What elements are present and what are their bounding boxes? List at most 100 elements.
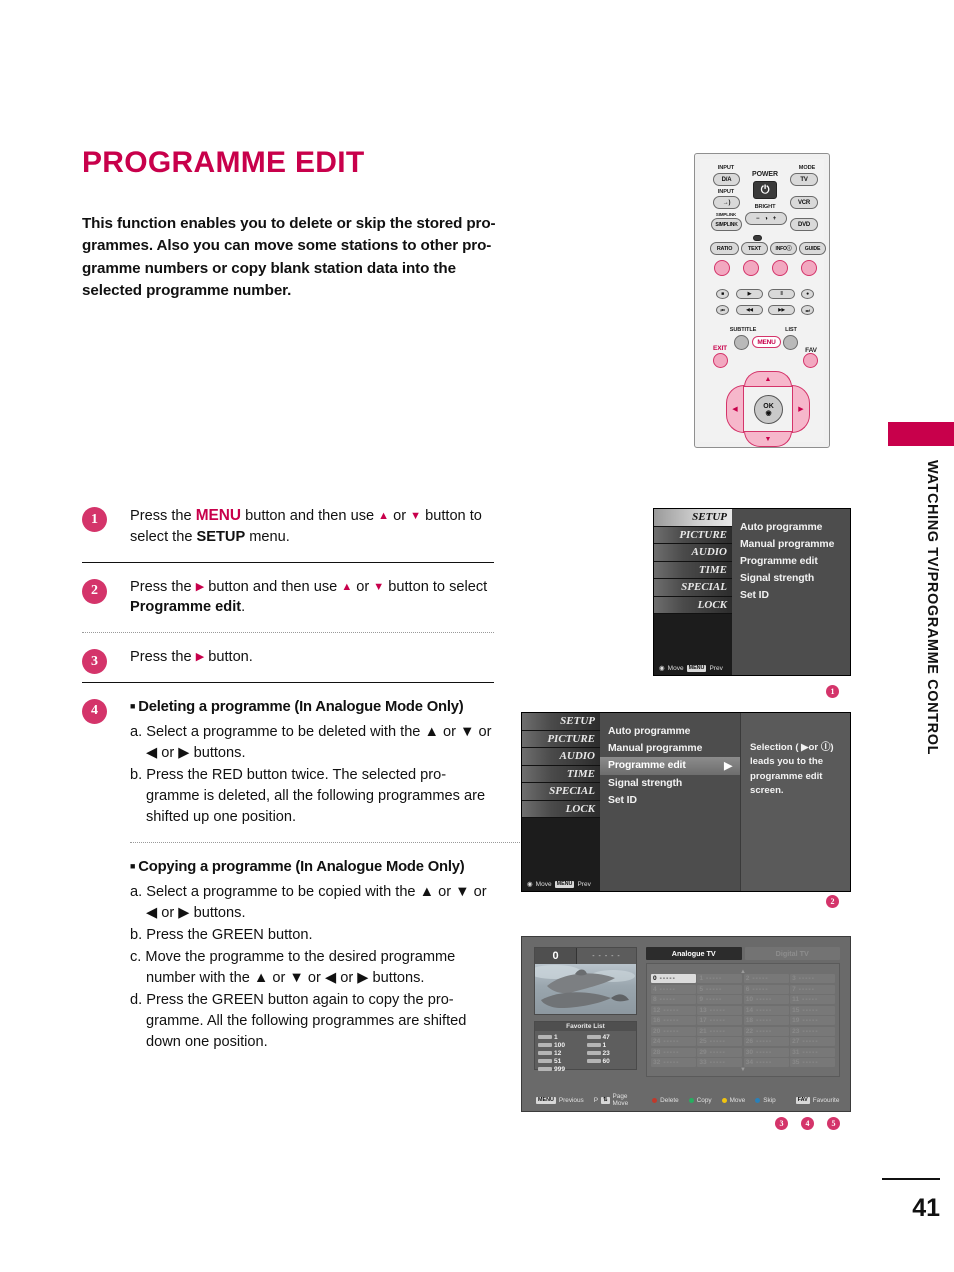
channel-cell[interactable]: 0- - - - -	[651, 974, 696, 983]
channel-cell[interactable]: 20- - - - -	[651, 1026, 696, 1036]
record-button[interactable]: ●	[801, 289, 814, 299]
channel-cell[interactable]: 2- - - - -	[743, 974, 789, 983]
power-button[interactable]: ⏻	[753, 181, 777, 199]
channel-cell[interactable]: 23- - - - -	[790, 1026, 835, 1036]
footer-favourite[interactable]: FAV Favourite	[795, 1096, 839, 1104]
exit-button[interactable]	[713, 353, 728, 368]
menu-2-item-audio[interactable]: AUDIO	[522, 748, 600, 766]
favorite-entry[interactable]: 12	[538, 1049, 585, 1057]
rewind-button[interactable]: ◀◀	[736, 305, 763, 315]
green-colour-button[interactable]	[743, 260, 759, 276]
tab-digital-tv[interactable]: Digital TV	[744, 947, 840, 960]
menu-1-item-special[interactable]: SPECIAL	[654, 579, 732, 597]
channel-cell[interactable]: 26- - - - -	[743, 1037, 789, 1046]
channel-cell[interactable]: 11- - - - -	[790, 995, 835, 1004]
channel-cell[interactable]: 25- - - - -	[697, 1037, 743, 1046]
pause-button[interactable]: ‖	[768, 289, 795, 299]
simplink-button[interactable]: SIMPLINK	[711, 218, 742, 231]
guide-button[interactable]: GUIDE	[799, 242, 826, 255]
footer-delete[interactable]: Delete	[652, 1097, 679, 1104]
channel-cell[interactable]: 7- - - - -	[790, 984, 835, 994]
fav-button[interactable]	[803, 353, 818, 368]
yellow-colour-button[interactable]	[772, 260, 788, 276]
footer-copy[interactable]: Copy	[688, 1097, 712, 1104]
channel-cell[interactable]: 8- - - - -	[651, 995, 696, 1004]
favorite-entry[interactable]: 1	[586, 1041, 634, 1049]
channel-cell[interactable]: 3- - - - -	[790, 974, 835, 983]
menu-2-item-lock[interactable]: LOCK	[522, 800, 600, 818]
footer-page-move[interactable]: P ⇅ Page Move	[594, 1093, 628, 1107]
channel-cell[interactable]: 28- - - - -	[651, 1047, 696, 1057]
channel-cell[interactable]: 12- - - - -	[651, 1005, 696, 1015]
favorite-entry[interactable]: 999	[538, 1065, 585, 1073]
channel-cell[interactable]: 35- - - - -	[790, 1058, 835, 1067]
menu-1-item-lock[interactable]: LOCK	[654, 596, 732, 614]
red-colour-button[interactable]	[714, 260, 730, 276]
channel-cell[interactable]: 6- - - - -	[743, 984, 789, 994]
channel-cell[interactable]: 32- - - - -	[651, 1058, 696, 1067]
prev-button[interactable]: ⏮	[716, 305, 729, 315]
text-button[interactable]: TEXT	[741, 242, 768, 255]
menu-2-item-special[interactable]: SPECIAL	[522, 783, 600, 801]
channel-cell[interactable]: 5- - - - -	[697, 984, 743, 994]
tab-analogue-tv[interactable]: Analogue TV	[646, 947, 742, 960]
nav-right-button[interactable]: ▶	[792, 385, 810, 433]
channel-cell[interactable]: 18- - - - -	[743, 1016, 789, 1025]
menu-1-programme-edit[interactable]: Programme edit	[732, 553, 850, 570]
info-button[interactable]: INFOⒾ	[770, 242, 797, 255]
footer-skip[interactable]: Skip	[755, 1097, 776, 1104]
menu-2-set-id[interactable]: Set ID	[600, 792, 740, 809]
channel-cell[interactable]: 17- - - - -	[697, 1016, 743, 1025]
scroll-down-icon[interactable]: ▼	[651, 1067, 835, 1073]
menu-1-item-picture[interactable]: PICTURE	[654, 526, 732, 544]
channel-cell[interactable]: 21- - - - -	[697, 1026, 743, 1036]
ratio-button[interactable]: RATIO	[710, 242, 739, 255]
menu-2-signal-strength[interactable]: Signal strength	[600, 775, 740, 792]
input-button[interactable]: →)	[713, 196, 740, 209]
bright-plus-icon[interactable]: +	[773, 216, 777, 222]
stop-button[interactable]: ■	[716, 289, 729, 299]
channel-cell[interactable]: 24- - - - -	[651, 1037, 696, 1046]
channel-cell[interactable]: 13- - - - -	[697, 1005, 743, 1015]
channel-cell[interactable]: 19- - - - -	[790, 1016, 835, 1025]
footer-previous[interactable]: MENU Previous	[536, 1096, 584, 1104]
favorite-entry[interactable]: 60	[586, 1057, 634, 1065]
menu-button[interactable]: MENU	[752, 336, 781, 348]
channel-cell[interactable]: 14- - - - -	[743, 1005, 789, 1015]
channel-cell[interactable]: 9- - - - -	[697, 995, 743, 1004]
menu-1-manual-programme[interactable]: Manual programme	[732, 536, 850, 553]
vcr-button[interactable]: VCR	[790, 196, 818, 209]
bright-control[interactable]: − ◑ +	[745, 212, 787, 225]
nav-left-button[interactable]: ◀	[726, 385, 744, 433]
menu-2-item-picture[interactable]: PICTURE	[522, 730, 600, 748]
channel-cell[interactable]: 27- - - - -	[790, 1037, 835, 1046]
nav-up-button[interactable]: ▲	[744, 371, 792, 387]
menu-1-set-id[interactable]: Set ID	[732, 587, 850, 604]
menu-1-item-time[interactable]: TIME	[654, 561, 732, 579]
favorite-entry[interactable]: 100	[538, 1041, 585, 1049]
channel-cell[interactable]: 10- - - - -	[743, 995, 789, 1004]
channel-cell[interactable]: 30- - - - -	[743, 1047, 789, 1057]
blue-colour-button[interactable]	[801, 260, 817, 276]
menu-1-item-setup[interactable]: SETUP	[654, 509, 732, 527]
menu-2-manual-programme[interactable]: Manual programme	[600, 740, 740, 757]
channel-cell[interactable]: 1- - - - -	[697, 974, 743, 983]
next-button[interactable]: ⏭	[801, 305, 814, 315]
tv-button[interactable]: TV	[790, 173, 818, 186]
da-button[interactable]: D/A	[713, 173, 740, 186]
channel-cell[interactable]: 15- - - - -	[790, 1005, 835, 1015]
footer-move[interactable]: Move	[721, 1097, 745, 1104]
bright-minus-icon[interactable]: −	[756, 216, 760, 222]
menu-2-programme-edit[interactable]: Programme edit ▶	[600, 757, 740, 775]
play-button[interactable]: ▶	[736, 289, 763, 299]
subtitle-button[interactable]	[734, 335, 749, 350]
menu-1-auto-programme[interactable]: Auto programme	[732, 519, 850, 536]
menu-1-signal-strength[interactable]: Signal strength	[732, 570, 850, 587]
channel-cell[interactable]: 29- - - - -	[697, 1047, 743, 1057]
channel-cell[interactable]: 22- - - - -	[743, 1026, 789, 1036]
menu-1-item-audio[interactable]: AUDIO	[654, 544, 732, 562]
forward-button[interactable]: ▶▶	[768, 305, 795, 315]
ok-button[interactable]: OK ◉	[754, 395, 783, 424]
menu-2-item-time[interactable]: TIME	[522, 765, 600, 783]
favorite-entry[interactable]: 47	[586, 1033, 634, 1041]
